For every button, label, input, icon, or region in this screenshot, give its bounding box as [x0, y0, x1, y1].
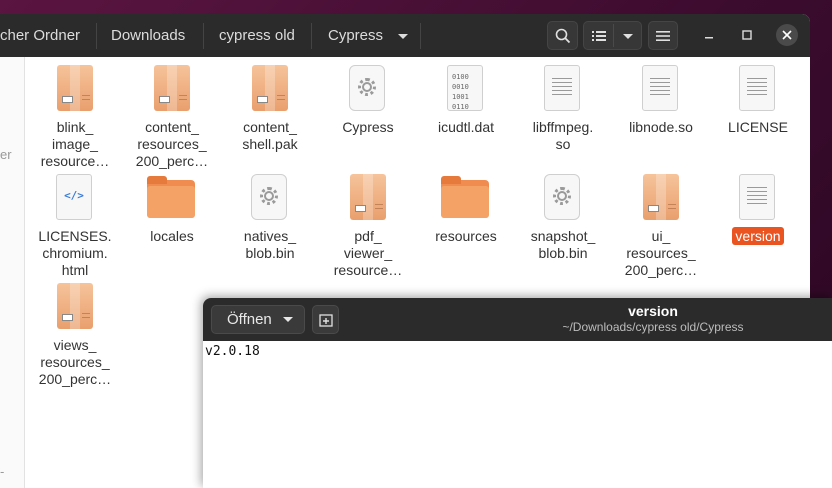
breadcrumb-separator — [420, 23, 421, 49]
sidebar-item-label[interactable]: er — [0, 147, 12, 162]
maximize-icon — [742, 30, 752, 40]
archive-icon — [245, 65, 295, 115]
folder-icon — [147, 174, 197, 224]
close-button[interactable] — [774, 22, 800, 48]
file-item[interactable]: blink_ image_ resource… — [26, 65, 124, 170]
sidebar-item-label[interactable]: - — [0, 464, 4, 479]
new-tab-icon — [318, 313, 333, 327]
file-manager-headerbar: cher Ordner Downloads cypress old Cypres… — [0, 14, 810, 57]
file-label: content_ shell.pak — [242, 119, 298, 152]
file-item[interactable]: content_ resources_ 200_perc… — [123, 65, 221, 170]
file-label: ui_ resources_ 200_perc… — [624, 228, 698, 278]
file-label: LICENSE — [728, 119, 788, 135]
executable-gear-icon — [538, 174, 588, 224]
chevron-down-icon[interactable] — [623, 34, 633, 39]
file-label: views_ resources_ 200_perc… — [38, 337, 112, 387]
file-item[interactable]: locales — [123, 174, 221, 245]
file-item[interactable]: </> LICENSES. chromium. html — [26, 174, 124, 279]
window-subtitle-path: ~/Downloads/cypress old/Cypress — [562, 320, 744, 334]
file-label: content_ resources_ 200_perc… — [135, 119, 209, 169]
search-icon — [555, 28, 570, 43]
breadcrumb-separator — [96, 23, 97, 49]
file-item[interactable]: snapshot_ blob.bin — [514, 174, 612, 262]
minimize-button[interactable] — [696, 22, 722, 48]
folder-icon — [441, 174, 491, 224]
file-label: natives_ blob.bin — [243, 228, 297, 261]
editor-content: v2.0.18 — [205, 344, 260, 359]
editor-headerbar: Öffnen version ~/Downloads/cypress old/C… — [203, 298, 832, 341]
maximize-button[interactable] — [734, 22, 760, 48]
html-file-icon: </> — [50, 174, 100, 224]
breadcrumb-downloads[interactable]: Downloads — [111, 23, 185, 49]
file-item[interactable]: LICENSE — [709, 65, 807, 136]
breadcrumb-cypress[interactable]: Cypress — [328, 23, 383, 49]
executable-gear-icon — [245, 174, 295, 224]
file-label: blink_ image_ resource… — [40, 119, 110, 169]
file-label: Cypress — [342, 119, 394, 135]
breadcrumb-dropdown-icon[interactable] — [398, 34, 408, 39]
close-icon — [776, 24, 798, 46]
open-button-label: Öffnen — [227, 311, 272, 328]
new-document-button[interactable] — [312, 305, 339, 334]
text-file-icon — [538, 65, 588, 115]
archive-icon — [50, 65, 100, 115]
file-item[interactable]: views_ resources_ 200_perc… — [26, 283, 124, 388]
chevron-down-icon — [283, 317, 293, 322]
file-label: locales — [150, 228, 194, 244]
file-item[interactable]: pdf_ viewer_ resource… — [319, 174, 417, 279]
file-label: libnode.so — [629, 119, 693, 135]
file-item[interactable]: content_ shell.pak — [221, 65, 319, 153]
file-item[interactable]: Cypress — [319, 65, 417, 136]
breadcrumb-separator — [311, 23, 312, 49]
file-label: icudtl.dat — [437, 119, 495, 135]
text-file-icon — [636, 65, 686, 115]
text-editor-window: Öffnen version ~/Downloads/cypress old/C… — [203, 298, 832, 488]
file-item[interactable]: libffmpeg. so — [514, 65, 612, 153]
archive-icon — [50, 283, 100, 333]
file-label: version — [709, 227, 807, 245]
archive-icon — [343, 174, 393, 224]
selected-file-label: version — [732, 227, 784, 245]
sidebar: er - — [0, 57, 25, 488]
archive-icon — [147, 65, 197, 115]
text-file-icon — [733, 65, 783, 115]
breadcrumb-separator — [203, 23, 204, 49]
file-label: LICENSES. chromium. html — [38, 228, 112, 278]
window-title: version — [628, 303, 678, 319]
button-divider — [613, 24, 614, 47]
file-item[interactable]: resources — [417, 174, 515, 245]
file-item[interactable]: ui_ resources_ 200_perc… — [612, 174, 710, 279]
text-file-icon — [733, 174, 783, 224]
file-label: libffmpeg. so — [532, 119, 594, 152]
minimize-icon — [705, 37, 713, 39]
view-toggle-button[interactable] — [583, 21, 642, 50]
file-label: pdf_ viewer_ resource… — [333, 228, 403, 278]
menu-button[interactable] — [648, 21, 678, 50]
breadcrumb-other-folder[interactable]: cher Ordner — [0, 23, 90, 49]
file-item[interactable]: 0100 0010 1001 0110 icudtl.dat — [417, 65, 515, 136]
binary-file-icon: 0100 0010 1001 0110 — [441, 65, 491, 115]
search-button[interactable] — [547, 21, 578, 50]
file-item[interactable]: libnode.so — [612, 65, 710, 136]
file-item-selected[interactable]: version — [709, 174, 807, 245]
editor-text-area[interactable]: v2.0.18 — [203, 341, 832, 488]
file-label: resources — [435, 228, 497, 244]
executable-gear-icon — [343, 65, 393, 115]
open-button[interactable]: Öffnen — [211, 305, 305, 334]
file-label: snapshot_ blob.bin — [530, 228, 596, 261]
hamburger-menu-icon — [656, 30, 670, 41]
breadcrumb-cypress-old[interactable]: cypress old — [219, 23, 295, 49]
file-item[interactable]: natives_ blob.bin — [221, 174, 319, 262]
archive-icon — [636, 174, 686, 224]
list-view-icon — [592, 30, 606, 42]
